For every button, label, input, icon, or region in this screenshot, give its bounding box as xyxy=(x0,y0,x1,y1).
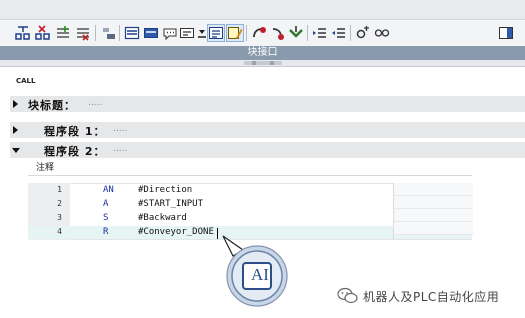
toolbar-separator xyxy=(119,25,120,41)
line-number: 3 xyxy=(57,213,62,222)
insert-row-icon[interactable] xyxy=(54,24,72,42)
network-2-label: 程序段 2： xyxy=(44,145,106,158)
block-title-label: 块标题： xyxy=(28,99,76,112)
toolbar-separator xyxy=(95,25,96,41)
call-area xyxy=(0,67,525,93)
watermark: 机器人及PLC自动化应用 xyxy=(337,287,499,305)
toolbar-separator xyxy=(307,25,308,41)
move-icon[interactable] xyxy=(100,24,118,42)
instruction: AN xyxy=(103,185,114,195)
wechat-icon xyxy=(337,287,358,304)
network-comment-field[interactable]: 注释 xyxy=(36,160,54,173)
operand: #START_INPUT xyxy=(138,199,204,209)
network-2-header[interactable]: 程序段 2： ..... xyxy=(10,142,525,158)
watermark-text: 机器人及PLC自动化应用 xyxy=(363,289,500,304)
delete-network-icon[interactable] xyxy=(34,24,52,42)
editor-icon[interactable] xyxy=(226,24,244,42)
operand: #Conveyor_DONE xyxy=(138,227,214,237)
top-strip xyxy=(0,0,525,20)
instruction: A xyxy=(103,199,109,209)
absolute-operands-icon[interactable] xyxy=(123,24,141,42)
disconnect-icon[interactable] xyxy=(269,24,287,42)
compare-icon[interactable] xyxy=(354,24,372,42)
editor-toolbar xyxy=(0,20,525,47)
list-view-icon[interactable] xyxy=(207,24,225,42)
text-cursor xyxy=(217,228,218,239)
collapse-arrow-icon[interactable] xyxy=(12,148,20,153)
go-online-icon[interactable] xyxy=(250,24,268,42)
call-label: CALL xyxy=(16,77,36,85)
monitor-icon[interactable] xyxy=(287,24,305,42)
indent-increase-icon[interactable] xyxy=(311,24,329,42)
expand-arrow-icon[interactable] xyxy=(13,126,18,134)
insert-network-icon[interactable] xyxy=(14,24,32,42)
operand: #Backward xyxy=(138,213,187,223)
watch-glasses-icon[interactable] xyxy=(373,24,391,42)
instruction: R xyxy=(103,227,109,237)
settings-panel-icon[interactable] xyxy=(497,24,515,42)
expand-arrow-icon[interactable] xyxy=(13,100,18,108)
instruction: S xyxy=(103,213,109,223)
line-number: 1 xyxy=(57,185,62,194)
line-number: 4 xyxy=(57,227,62,236)
block-title-comment[interactable]: ..... xyxy=(88,98,102,108)
indent-decrease-icon[interactable] xyxy=(330,24,348,42)
network-1-header[interactable]: 程序段 1： ..... xyxy=(10,122,525,138)
splitter-grip[interactable] xyxy=(244,61,282,65)
comment-icon[interactable] xyxy=(161,24,179,42)
network-1-label: 程序段 1： xyxy=(44,125,106,138)
info-column xyxy=(393,183,473,240)
operand: #Direction xyxy=(138,185,193,195)
block-interface-title: 块接口 xyxy=(0,46,525,60)
ai-callout-text: AI xyxy=(251,265,269,284)
line-number: 2 xyxy=(57,199,62,208)
toolbar-separator xyxy=(246,25,247,41)
toolbar-separator xyxy=(350,25,351,41)
block-title-header[interactable]: 块标题： ..... xyxy=(10,96,525,112)
network-1-comment[interactable]: ..... xyxy=(113,124,127,134)
display-favorites-icon[interactable] xyxy=(142,24,160,42)
network-2-comment[interactable]: ..... xyxy=(113,144,127,154)
delete-row-icon[interactable] xyxy=(74,24,92,42)
comment-divider xyxy=(28,175,472,176)
